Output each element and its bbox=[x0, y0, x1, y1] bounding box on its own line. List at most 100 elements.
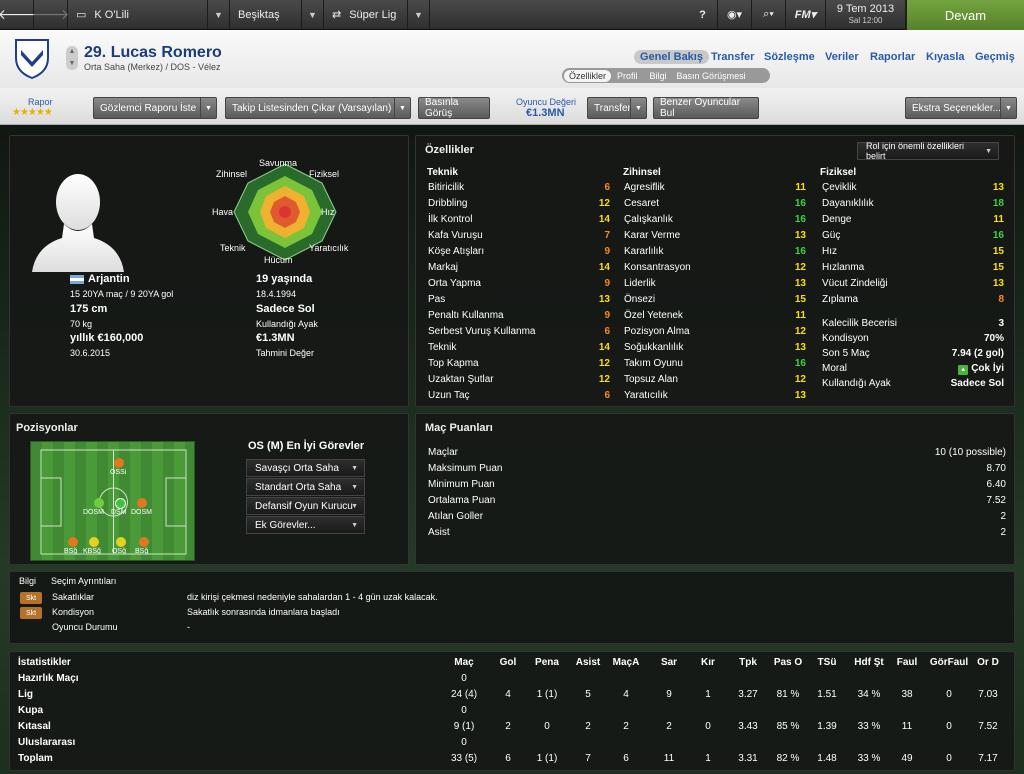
player-selector-arrows[interactable]: ▲ ▼ bbox=[66, 46, 78, 70]
ment-value: 11 bbox=[795, 310, 806, 321]
phys-value: 15 bbox=[992, 262, 1004, 273]
tech-value: 7 bbox=[604, 230, 610, 241]
role-dropdown-1[interactable]: Savaşçı Orta Saha bbox=[246, 459, 365, 477]
continue-button[interactable]: Devam bbox=[906, 0, 1024, 30]
stat-cell: 0 bbox=[461, 673, 467, 684]
subtab-info[interactable]: Bilgi bbox=[644, 71, 673, 81]
estimated-value: €1.3MN bbox=[256, 332, 295, 344]
ment-name: Takım Oyunu bbox=[624, 358, 683, 369]
chevron-down-icon[interactable]: ▼ bbox=[408, 0, 430, 30]
ment-name: Topsuz Alan bbox=[624, 374, 678, 385]
chevron-down-icon[interactable]: ▼ bbox=[200, 98, 216, 118]
talk-to-press-button[interactable]: Basınla Görüş bbox=[418, 97, 490, 119]
position-dot-dsm bbox=[115, 498, 126, 509]
top-navigation-bar: 🡐 🡒 ▭ K O'Lili ▼ Beşiktaş ▼ ⇄ Süper Lig ▼ … bbox=[0, 0, 1024, 30]
position-dot-b4 bbox=[139, 537, 149, 547]
chevron-down-icon[interactable]: ▼ bbox=[302, 0, 324, 30]
radar-label-attacking: Hücum bbox=[264, 255, 293, 265]
selection-details-tab[interactable]: Seçim Ayrıntıları bbox=[51, 576, 116, 586]
position-label-b3: OSğ bbox=[112, 548, 127, 555]
phys-name: Zıplama bbox=[822, 294, 859, 305]
back-button[interactable]: 🡐 bbox=[0, 0, 35, 30]
extra-row: Kalecilik Becerisi 3 bbox=[822, 318, 1004, 329]
tab-contract[interactable]: Sözleşme bbox=[764, 51, 815, 63]
shortlist-button[interactable]: Takip Listesinden Çıkar (Varsayılan) ▼ bbox=[225, 97, 411, 119]
extra-name: Kullandığı Ayak bbox=[822, 378, 891, 389]
tab-reports[interactable]: Raporlar bbox=[870, 51, 915, 63]
rating-label: Minimum Puan bbox=[428, 479, 495, 490]
youth-caps: 15 20YA maç / 9 20YA gol bbox=[70, 289, 174, 299]
radar-label-physical: Fiziksel bbox=[309, 169, 340, 179]
chevron-down-icon[interactable]: ▼ bbox=[630, 98, 646, 118]
tech-value: 6 bbox=[604, 390, 610, 401]
tab-transfer[interactable]: Transfer bbox=[711, 51, 754, 63]
phys-value: 18 bbox=[992, 198, 1004, 209]
tech-name: Penaltı Kullanma bbox=[428, 310, 504, 321]
transfer-button[interactable]: Transfer ▼ bbox=[587, 97, 647, 119]
positions-title: Pozisyonlar bbox=[16, 422, 78, 434]
tech-name: Köşe Atışları bbox=[428, 246, 485, 257]
forward-button[interactable]: 🡒 bbox=[32, 0, 69, 30]
league-selector[interactable]: ⇄ Süper Lig bbox=[324, 0, 408, 30]
age: 19 yaşında bbox=[256, 273, 313, 285]
role-dropdown-4[interactable]: Ek Görevler... bbox=[246, 516, 365, 534]
help-icon[interactable]: ? bbox=[688, 0, 718, 30]
value-label: Oyuncu Değeri bbox=[516, 97, 577, 107]
position-dot-b3 bbox=[116, 537, 126, 547]
subtab-attributes[interactable]: Özellikler bbox=[564, 69, 612, 82]
search-icon[interactable]: ⌕▾ bbox=[752, 0, 786, 30]
stat-column-header[interactable]: Or D bbox=[962, 657, 1014, 668]
similar-players-button[interactable]: Benzer Oyuncular Bul bbox=[653, 97, 759, 119]
tab-data[interactable]: Veriler bbox=[825, 51, 859, 63]
scout-report-button[interactable]: Gözlemci Raporu İste ▼ bbox=[93, 97, 217, 119]
ment-row: Pozisyon Alma 12 bbox=[624, 326, 806, 337]
ment-name: Çalışkanlık bbox=[624, 214, 673, 225]
extra-name: Moral bbox=[822, 363, 848, 374]
rating-row: Ortalama Puan 7.52 bbox=[428, 495, 1006, 506]
tech-name: Orta Yapma bbox=[428, 278, 481, 289]
globe-icon[interactable]: ◉▾ bbox=[718, 0, 752, 30]
rating-label: Asist bbox=[428, 527, 450, 538]
chevron-down-icon[interactable]: ▼ bbox=[1000, 98, 1016, 118]
extra-name: Kalecilik Becerisi bbox=[822, 318, 898, 329]
role-dropdown-2[interactable]: Standart Orta Saha bbox=[246, 478, 365, 496]
role-key-attributes-dropdown[interactable]: Rol için önemli özellikleri belirt bbox=[857, 141, 999, 161]
club2-selector[interactable]: Beşiktaş bbox=[230, 0, 302, 30]
ment-value: 12 bbox=[794, 326, 806, 337]
rating-value: 2 bbox=[1000, 511, 1006, 522]
attributes-title: Özellikler bbox=[425, 144, 474, 156]
phys-row: Hız 15 bbox=[822, 246, 1004, 257]
statistics-panel: İstatistikler Maç Gol Pena Asist MaçA Sar Kır Tp… bbox=[9, 651, 1015, 771]
extra-value: ▲ Çok İyi bbox=[958, 363, 1004, 375]
chevron-down-icon[interactable]: ▼ bbox=[208, 0, 230, 30]
info-tab[interactable]: Bilgi bbox=[19, 576, 36, 586]
nation-flag-icon bbox=[70, 275, 84, 284]
tech-value: 6 bbox=[604, 326, 610, 337]
report-label: Rapor bbox=[28, 97, 53, 107]
tech-name: Dribbling bbox=[428, 198, 468, 209]
phys-value: 13 bbox=[992, 182, 1004, 193]
tab-compare[interactable]: Kıyasla bbox=[926, 51, 965, 63]
subtab-press[interactable]: Basın Görüşmesi bbox=[673, 71, 750, 81]
fm-menu-icon[interactable]: FM▾ bbox=[786, 0, 826, 30]
club1-selector[interactable]: ▭ K O'Lili bbox=[68, 0, 208, 30]
extra-options-button[interactable]: Ekstra Seçenekler... ▼ bbox=[905, 97, 1017, 119]
tech-row: Köşe Atışları 9 bbox=[428, 246, 610, 257]
stat-row-label: Toplam bbox=[18, 753, 53, 764]
radar-label-aerial: Hava bbox=[212, 207, 234, 217]
tab-history[interactable]: Geçmiş bbox=[975, 51, 1015, 63]
date-of-birth: 18.4.1994 bbox=[256, 289, 297, 299]
tech-name: Uzaktan Şutlar bbox=[428, 374, 494, 385]
position-dot-b2 bbox=[89, 537, 99, 547]
positions-panel: Pozisyonlar OSSi DOSM DSM DOSM BSğ KBSğ … bbox=[9, 413, 409, 565]
radar-label-mental: Zihinsel bbox=[216, 169, 248, 179]
tech-name: Pas bbox=[428, 294, 446, 305]
rating-row: Maçlar 10 (10 possible) bbox=[428, 447, 1006, 458]
club-crest-icon bbox=[14, 38, 50, 80]
role-dropdown-3[interactable]: Defansif Oyun Kurucu bbox=[246, 497, 365, 515]
phys-value: 16 bbox=[992, 230, 1004, 241]
subtab-profile[interactable]: Profil bbox=[611, 71, 644, 81]
position-label-dosm-right: DOSM bbox=[131, 509, 152, 516]
chevron-down-icon[interactable]: ▼ bbox=[394, 98, 410, 118]
tab-overview[interactable]: Genel Bakış bbox=[634, 50, 709, 64]
